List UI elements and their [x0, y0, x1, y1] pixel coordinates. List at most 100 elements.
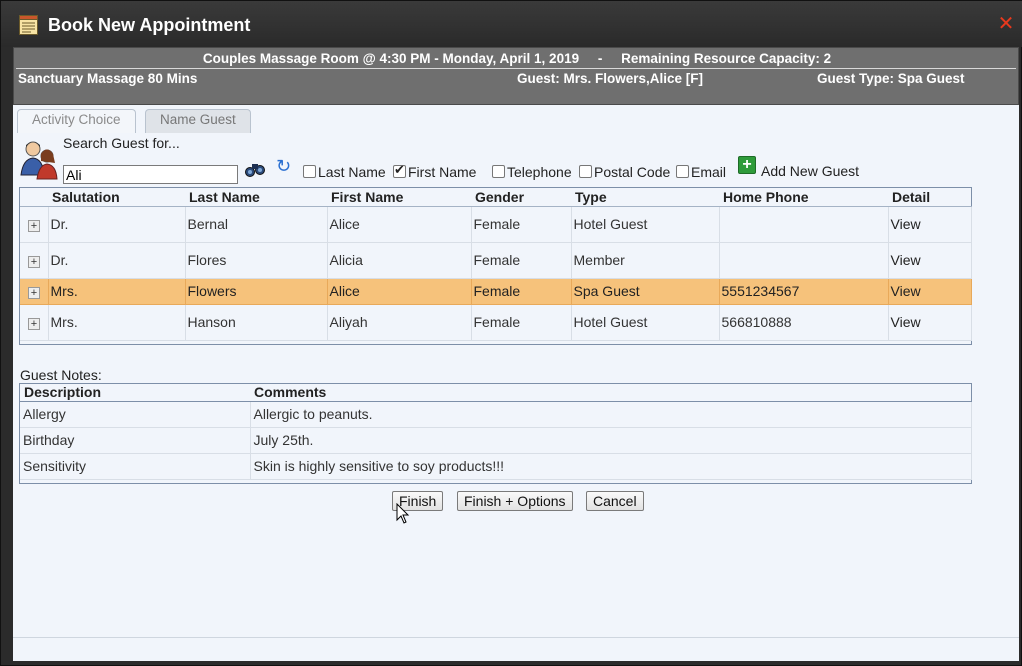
detail-cell: View	[888, 278, 972, 305]
telephone-checkbox[interactable]	[492, 165, 505, 178]
filter-email[interactable]: Email	[676, 164, 726, 180]
note-row: Allergy Allergic to peanuts.	[20, 401, 972, 428]
type-cell: Hotel Guest	[571, 206, 720, 243]
type-cell: Hotel Guest	[571, 304, 720, 341]
salutation-cell: Mrs.	[48, 304, 186, 341]
header-divider	[16, 68, 1016, 69]
filter-label: Email	[691, 164, 727, 180]
note-description: Sensitivity	[20, 453, 251, 480]
salutation-cell: Dr.	[48, 242, 186, 279]
first-name-checkbox[interactable]	[393, 162, 406, 178]
filter-telephone[interactable]: Telephone	[492, 164, 572, 180]
first-name-cell: Alice	[327, 278, 472, 305]
expand-row-icon[interactable]: +	[28, 256, 40, 268]
filter-postal-code[interactable]: Postal Code	[579, 164, 670, 180]
expander-cell: +	[20, 278, 49, 305]
column-header[interactable]: Detail	[888, 188, 971, 207]
notes-table-header: Description Comments	[20, 384, 971, 402]
column-header[interactable]: Last Name	[185, 188, 327, 207]
first-name-cell: Alice	[327, 206, 472, 243]
binoculars-search-icon[interactable]	[245, 161, 265, 177]
note-description: Allergy	[20, 401, 251, 428]
note-comment: Skin is highly sensitive to soy products…	[250, 453, 972, 480]
appointment-summary: Couples Massage Room @ 4:30 PM - Monday,…	[13, 47, 1019, 105]
tab-name-guest[interactable]: Name Guest	[145, 109, 251, 133]
search-label: Search Guest for...	[63, 135, 180, 151]
column-header[interactable]: Salutation	[48, 188, 185, 207]
last-name-cell: Flowers	[185, 278, 328, 305]
gender-cell: Female	[471, 278, 572, 305]
first-name-cell: Aliyah	[327, 304, 472, 341]
table-row[interactable]: + Mrs. Hanson Aliyah Female Hotel Guest …	[20, 304, 972, 341]
refresh-icon[interactable]: ↻	[276, 157, 294, 175]
salutation-cell: Dr.	[48, 206, 186, 243]
filter-last-name[interactable]: Last Name	[303, 164, 386, 180]
guests-icon	[20, 141, 58, 180]
gender-cell: Female	[471, 242, 572, 279]
detail-cell: View	[888, 304, 972, 341]
footer-divider	[13, 637, 1019, 638]
postal-code-checkbox[interactable]	[579, 165, 592, 178]
guest-notes-label: Guest Notes:	[20, 367, 102, 383]
filter-label: First Name	[408, 164, 477, 180]
filter-first-name[interactable]: First Name	[393, 162, 477, 180]
column-header: Comments	[250, 384, 971, 402]
dialog-body: Couples Massage Room @ 4:30 PM - Monday,…	[13, 47, 1019, 661]
filter-label: Postal Code	[594, 164, 671, 180]
type-cell: Spa Guest	[571, 278, 720, 305]
add-new-guest-link[interactable]: Add New Guest	[761, 163, 859, 179]
view-link[interactable]: View	[891, 283, 921, 299]
column-header: Description	[20, 384, 250, 402]
note-description: Birthday	[20, 427, 251, 454]
first-name-cell: Alicia	[327, 242, 472, 279]
column-header[interactable]: First Name	[327, 188, 471, 207]
guest-search: Search Guest for... ↻ Last Name First Na…	[19, 135, 979, 185]
add-guest-icon[interactable]: +	[738, 156, 756, 174]
email-checkbox[interactable]	[676, 165, 689, 178]
close-icon[interactable]: ✕	[997, 14, 1015, 34]
note-comment: Allergic to peanuts.	[250, 401, 972, 428]
expand-row-icon[interactable]: +	[28, 318, 40, 330]
note-comment: July 25th.	[250, 427, 972, 454]
guest-results-table: Salutation Last Name First Name Gender T…	[19, 187, 972, 345]
phone-cell: 566810888	[719, 304, 889, 341]
column-header[interactable]: Home Phone	[719, 188, 888, 207]
dialog-title: Book New Appointment	[48, 15, 251, 35]
view-link[interactable]: View	[891, 252, 921, 268]
expander-cell: +	[20, 242, 49, 279]
view-link[interactable]: View	[891, 216, 921, 232]
last-name-cell: Hanson	[185, 304, 328, 341]
expander-header	[20, 188, 48, 207]
table-row[interactable]: + Dr. Bernal Alice Female Hotel Guest Vi…	[20, 206, 972, 243]
search-input[interactable]	[63, 165, 238, 184]
filter-label: Telephone	[507, 164, 572, 180]
last-name-checkbox[interactable]	[303, 165, 316, 178]
tab-strip: Activity Choice Name Guest	[17, 105, 1017, 133]
calendar-icon	[19, 15, 38, 35]
note-row: Birthday July 25th.	[20, 427, 972, 454]
last-name-cell: Bernal	[185, 206, 328, 243]
tab-activity-choice[interactable]: Activity Choice	[17, 109, 136, 133]
gender-cell: Female	[471, 206, 572, 243]
expander-cell: +	[20, 206, 49, 243]
type-cell: Member	[571, 242, 720, 279]
gender-cell: Female	[471, 304, 572, 341]
cancel-button[interactable]: Cancel	[586, 491, 644, 511]
column-header[interactable]: Gender	[471, 188, 571, 207]
column-header[interactable]: Type	[571, 188, 719, 207]
salutation-cell: Mrs.	[48, 278, 186, 305]
expander-cell: +	[20, 304, 49, 341]
table-row[interactable]: + Dr. Flores Alicia Female Member View	[20, 242, 972, 279]
expand-row-icon[interactable]: +	[28, 287, 40, 299]
title-bar[interactable]: Book New Appointment ✕	[1, 1, 1022, 47]
table-row-selected[interactable]: + Mrs. Flowers Alice Female Spa Guest 55…	[20, 278, 972, 305]
book-appointment-dialog: Book New Appointment ✕ Couples Massage R…	[0, 0, 1022, 666]
guest-name: Guest: Mrs. Flowers,Alice [F]	[517, 71, 704, 86]
filter-label: Last Name	[318, 164, 386, 180]
finish-options-button[interactable]: Finish + Options	[457, 491, 573, 511]
service-name: Sanctuary Massage 80 Mins	[18, 71, 198, 86]
view-link[interactable]: View	[891, 314, 921, 330]
phone-cell: 5551234567	[719, 278, 889, 305]
detail-cell: View	[888, 206, 972, 243]
expand-row-icon[interactable]: +	[28, 220, 40, 232]
